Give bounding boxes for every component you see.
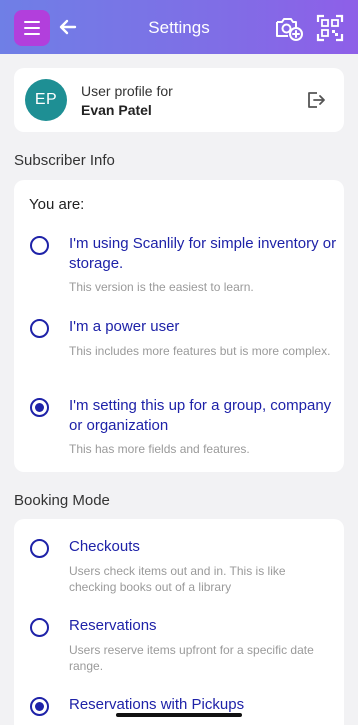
logout-icon[interactable] bbox=[306, 90, 326, 110]
option-description: Users check items out and in. This is li… bbox=[69, 564, 286, 594]
radio-button[interactable] bbox=[30, 319, 49, 338]
option-title: I'm setting this up for a group, company… bbox=[69, 397, 332, 434]
option-description: This version is the easiest to learn. bbox=[69, 280, 254, 294]
option-title: I'm a power user bbox=[69, 318, 180, 335]
subscriber-info-card: You are: I'm using Scanlily for simple i… bbox=[14, 180, 344, 472]
app-header: Settings bbox=[0, 0, 358, 54]
option-description: Users reserve items upfront for a specif… bbox=[69, 643, 314, 673]
option-title: I'm using Scanlily for simple inventory … bbox=[69, 235, 337, 272]
radio-button[interactable] bbox=[30, 539, 49, 558]
option-description: This includes more features but is more … bbox=[69, 344, 331, 358]
radio-button[interactable] bbox=[30, 236, 49, 255]
home-indicator bbox=[116, 713, 242, 717]
booking-mode-heading: Booking Mode bbox=[14, 492, 110, 509]
camera-add-icon[interactable] bbox=[274, 14, 304, 42]
subscriber-info-heading: Subscriber Info bbox=[14, 152, 115, 169]
user-profile-card[interactable]: EP User profile for Evan Patel bbox=[14, 68, 344, 132]
profile-name: Evan Patel bbox=[81, 102, 152, 118]
radio-button-selected[interactable] bbox=[30, 398, 49, 417]
option-title: Reservations with Pickups bbox=[69, 696, 245, 713]
option-title: Checkouts bbox=[69, 538, 140, 555]
profile-label: User profile for bbox=[81, 83, 173, 99]
page-title: Settings bbox=[148, 18, 210, 37]
qr-scan-icon[interactable] bbox=[316, 14, 344, 42]
option-title: Reservations bbox=[69, 617, 157, 634]
radio-button-selected[interactable] bbox=[30, 697, 49, 716]
you-are-label: You are: bbox=[29, 196, 85, 213]
booking-mode-card: Checkouts Users check items out and in. … bbox=[14, 519, 344, 725]
option-description: This has more fields and features. bbox=[69, 442, 250, 456]
avatar: EP bbox=[25, 79, 67, 121]
radio-button[interactable] bbox=[30, 618, 49, 637]
